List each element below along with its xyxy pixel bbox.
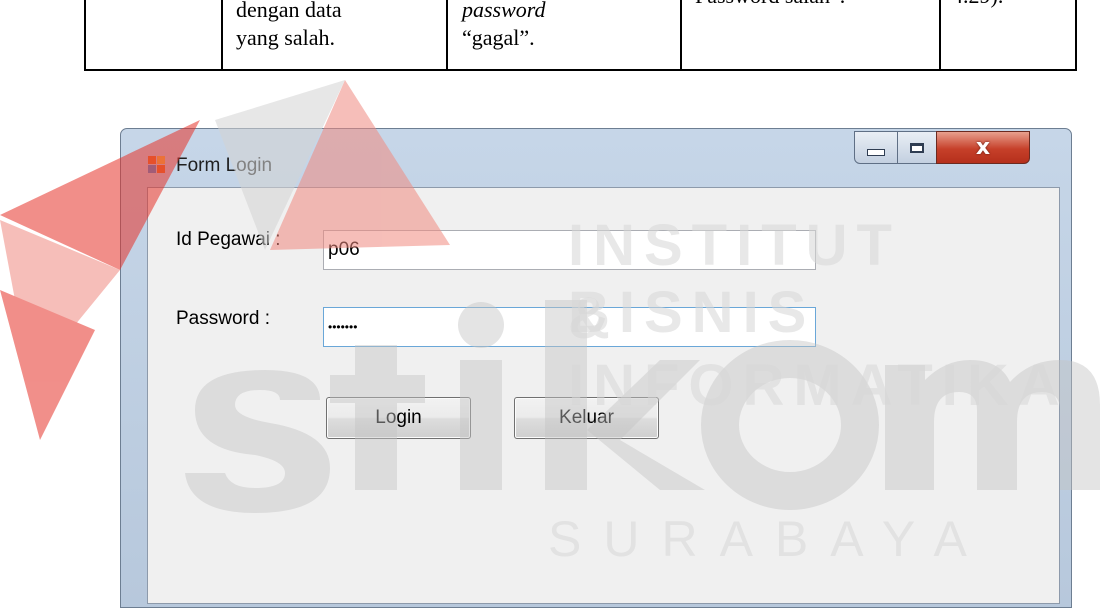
document-table-fragment: dengan data yang salah. password “gagal”… [84, 0, 1077, 71]
table-cell-text: 4.29). [952, 0, 1003, 8]
id-pegawai-label: Id Pegawai : [176, 229, 281, 250]
table-column-divider [221, 0, 223, 69]
window-titlebar[interactable]: Form Login x [121, 129, 1071, 187]
password-label: Password : [176, 308, 270, 329]
form-app-icon [148, 156, 166, 174]
table-column-divider [939, 0, 941, 69]
minimize-icon [867, 149, 885, 156]
login-button[interactable]: Login [326, 397, 471, 439]
maximize-button[interactable] [897, 131, 937, 164]
table-column-divider [446, 0, 448, 69]
table-cell-text: yang salah. [236, 25, 335, 50]
keluar-button[interactable]: Keluar [514, 397, 659, 439]
table-cell-text: “gagal”. [462, 25, 535, 50]
logo-triangle-shape [0, 220, 120, 380]
id-pegawai-input[interactable]: p06 [323, 230, 816, 270]
table-cell-text: dengan data [236, 0, 342, 22]
table-cell-text: password [462, 0, 546, 22]
form-client-area: Id Pegawai : p06 Password : ••••••• Logi… [147, 187, 1060, 604]
password-input[interactable]: ••••••• [323, 307, 816, 347]
close-icon: x [975, 135, 991, 160]
window-title: Form Login [176, 155, 273, 176]
minimize-button[interactable] [854, 131, 898, 164]
logo-triangle-shape [0, 290, 95, 440]
maximize-icon [910, 142, 924, 153]
table-cell-text: Password salah”. [695, 0, 845, 8]
table-column-divider [680, 0, 682, 69]
login-window: Form Login x Id Pegawai : p06 Password :… [120, 128, 1072, 608]
close-button[interactable]: x [936, 131, 1030, 164]
